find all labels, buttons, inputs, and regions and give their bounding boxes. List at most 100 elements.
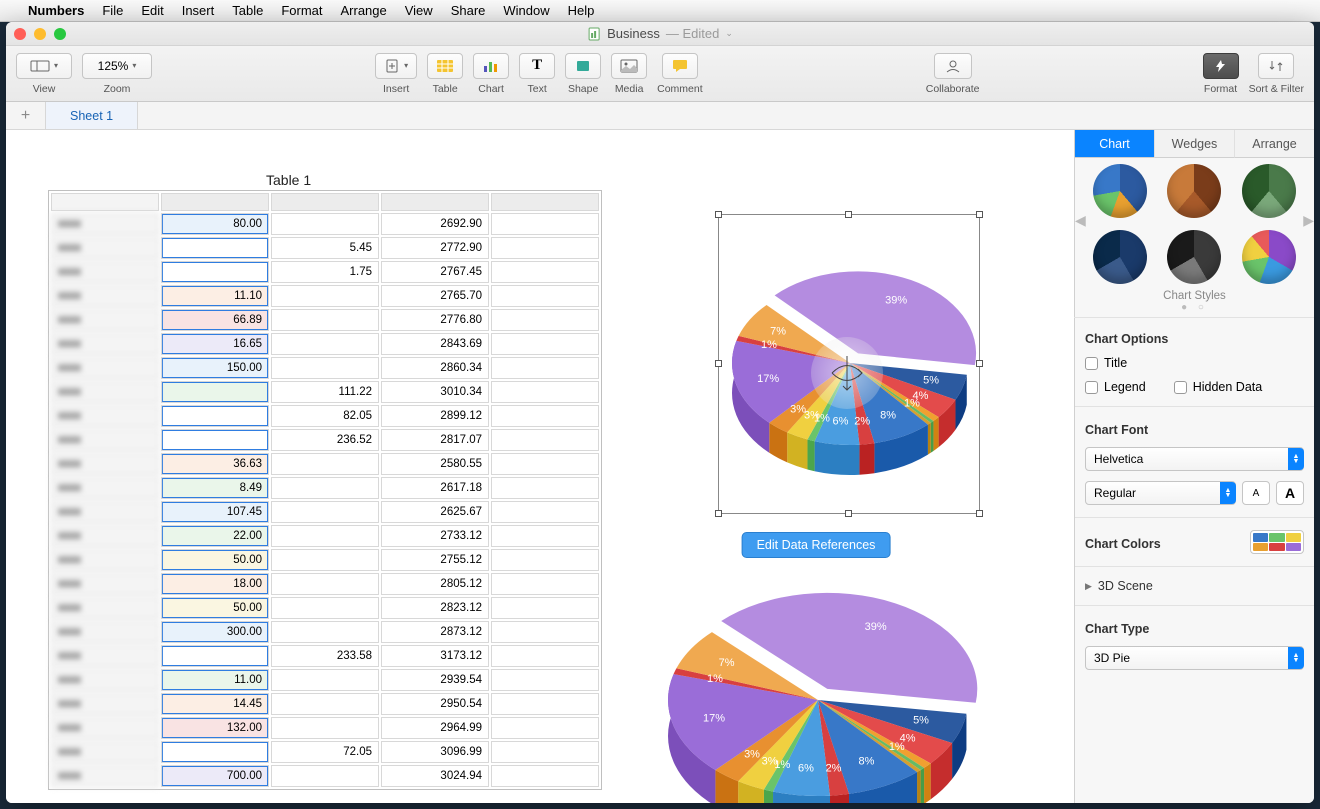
table-row[interactable]: xxxx300.002873.12: [51, 621, 599, 643]
fullscreen-button[interactable]: [54, 28, 66, 40]
table-title[interactable]: Table 1: [266, 172, 311, 188]
app-menu[interactable]: Numbers: [28, 3, 84, 18]
table-row[interactable]: xxxx50.002823.12: [51, 597, 599, 619]
window-titlebar[interactable]: Business — Edited ⌄: [6, 22, 1314, 46]
comment-button[interactable]: [662, 53, 698, 79]
chart-button[interactable]: [473, 53, 509, 79]
svg-text:5%: 5%: [913, 715, 929, 727]
styles-next[interactable]: ▶: [1303, 212, 1314, 229]
text-button[interactable]: T: [519, 53, 555, 79]
font-weight-select[interactable]: Regular▲▼: [1085, 481, 1236, 505]
inspector-tab-chart[interactable]: Chart: [1075, 130, 1154, 158]
inspector-panel: Chart Wedges Arrange ◀ ▶ Chart Styles ● …: [1074, 130, 1314, 803]
chart-type-heading: Chart Type: [1085, 622, 1304, 636]
resize-handle[interactable]: [715, 510, 722, 517]
table-row[interactable]: xxxx8.492617.18: [51, 477, 599, 499]
zoom-select[interactable]: 125%▾: [82, 53, 152, 79]
menu-file[interactable]: File: [102, 3, 123, 18]
chart-colors-button[interactable]: [1250, 530, 1304, 554]
styles-prev[interactable]: ◀: [1075, 212, 1086, 229]
table-row[interactable]: xxxx16.652843.69: [51, 333, 599, 355]
table-row[interactable]: xxxx80.002692.90: [51, 213, 599, 235]
sheet-tabs: + Sheet 1: [6, 102, 1314, 130]
format-button[interactable]: [1203, 53, 1239, 79]
resize-handle[interactable]: [976, 510, 983, 517]
resize-handle[interactable]: [976, 360, 983, 367]
shape-button[interactable]: [565, 53, 601, 79]
resize-handle[interactable]: [715, 360, 722, 367]
font-bigger-button[interactable]: A: [1276, 481, 1304, 505]
table-row[interactable]: xxxx1.752767.45: [51, 261, 599, 283]
table-row[interactable]: xxxx11.002939.54: [51, 669, 599, 691]
chart-type-select[interactable]: 3D Pie▲▼: [1085, 646, 1304, 670]
table-row[interactable]: xxxx236.522817.07: [51, 429, 599, 451]
menu-edit[interactable]: Edit: [141, 3, 163, 18]
view-button[interactable]: ▾: [16, 53, 72, 79]
table-row[interactable]: xxxx150.002860.34: [51, 357, 599, 379]
menu-view[interactable]: View: [405, 3, 433, 18]
canvas[interactable]: Table 1 xxxx80.002692.90xxxx5.452772.90x…: [6, 130, 1074, 803]
style-page-dots[interactable]: ● ○: [1089, 302, 1300, 313]
3d-scene-disclosure[interactable]: ▶3D Scene: [1085, 579, 1304, 593]
media-button[interactable]: [611, 53, 647, 79]
table-row[interactable]: xxxx14.452950.54: [51, 693, 599, 715]
sheet-tab-1[interactable]: Sheet 1: [46, 102, 138, 129]
minimize-button[interactable]: [34, 28, 46, 40]
chart-style-3[interactable]: [1242, 164, 1296, 218]
sort-filter-button[interactable]: [1258, 53, 1294, 79]
close-button[interactable]: [14, 28, 26, 40]
resize-handle[interactable]: [845, 510, 852, 517]
pie-chart-2[interactable]: Edit Data References 39%5%4%1%8%2%6%1%3%…: [646, 538, 986, 803]
chart-style-4[interactable]: [1093, 230, 1147, 284]
table-row[interactable]: xxxx233.583173.12: [51, 645, 599, 667]
table-row[interactable]: xxxx5.452772.90: [51, 237, 599, 259]
table-row[interactable]: xxxx700.003024.94: [51, 765, 599, 787]
menu-format[interactable]: Format: [281, 3, 322, 18]
table-row[interactable]: xxxx50.002755.12: [51, 549, 599, 571]
chart-style-6[interactable]: [1242, 230, 1296, 284]
table-row[interactable]: xxxx22.002733.12: [51, 525, 599, 547]
svg-text:3%: 3%: [804, 410, 820, 422]
chart-style-2[interactable]: [1167, 164, 1221, 218]
hidden-data-checkbox[interactable]: [1174, 381, 1187, 394]
chart-style-5[interactable]: [1167, 230, 1221, 284]
menu-share[interactable]: Share: [451, 3, 486, 18]
legend-checkbox[interactable]: [1085, 381, 1098, 394]
table-row[interactable]: xxxx111.223010.34: [51, 381, 599, 403]
table-row[interactable]: xxxx72.053096.99: [51, 741, 599, 763]
menu-insert[interactable]: Insert: [182, 3, 215, 18]
add-sheet-button[interactable]: +: [6, 102, 46, 129]
document-title[interactable]: Business — Edited ⌄: [587, 26, 733, 41]
inspector-tab-arrange[interactable]: Arrange: [1234, 130, 1314, 158]
edit-data-references-button[interactable]: Edit Data References: [742, 532, 891, 558]
inspector-tab-wedges[interactable]: Wedges: [1154, 130, 1234, 158]
table-row[interactable]: xxxx36.632580.55: [51, 453, 599, 475]
document-name: Business: [607, 26, 660, 41]
menu-window[interactable]: Window: [503, 3, 549, 18]
spreadsheet-table[interactable]: xxxx80.002692.90xxxx5.452772.90xxxx1.752…: [48, 190, 602, 790]
font-smaller-button[interactable]: A: [1242, 481, 1270, 505]
font-family-select[interactable]: Helvetica▲▼: [1085, 447, 1304, 471]
chart-style-1[interactable]: [1093, 164, 1147, 218]
table-row[interactable]: xxxx82.052899.12: [51, 405, 599, 427]
pie-chart-selected[interactable]: 39%5%4%1%8%2%6%1%3%3%17%1%7%: [718, 214, 980, 514]
insert-button[interactable]: ▾: [375, 53, 417, 79]
table-row[interactable]: xxxx107.452625.67: [51, 501, 599, 523]
menu-table[interactable]: Table: [232, 3, 263, 18]
rotate-3d-control[interactable]: [811, 337, 883, 409]
table-row[interactable]: xxxx18.002805.12: [51, 573, 599, 595]
menu-arrange[interactable]: Arrange: [340, 3, 386, 18]
resize-handle[interactable]: [715, 211, 722, 218]
chevron-down-icon[interactable]: ⌄: [725, 28, 733, 39]
menu-help[interactable]: Help: [568, 3, 595, 18]
title-checkbox[interactable]: [1085, 357, 1098, 370]
column-headers[interactable]: [51, 193, 599, 211]
resize-handle[interactable]: [976, 211, 983, 218]
table-row[interactable]: xxxx132.002964.99: [51, 717, 599, 739]
collaborate-button[interactable]: [934, 53, 972, 79]
resize-handle[interactable]: [845, 211, 852, 218]
table-row[interactable]: xxxx11.102765.70: [51, 285, 599, 307]
table-row[interactable]: xxxx66.892776.80: [51, 309, 599, 331]
svg-text:17%: 17%: [757, 373, 779, 385]
table-button[interactable]: [427, 53, 463, 79]
